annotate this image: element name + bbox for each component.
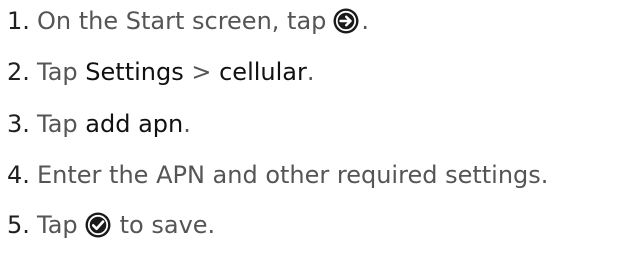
step-number: 2. [7,58,30,86]
step-number: 1. [7,7,30,35]
cellular-label: cellular [219,58,307,86]
step-text-after: to save. [119,211,216,239]
step-text-before: On the Start screen, tap [37,7,327,35]
step-3: 3. Tap add apn . [0,104,191,144]
checkmark-circle-icon [85,212,111,238]
step-text-before: Tap [37,211,78,239]
settings-label: Settings [85,58,184,86]
step-text: Enter the APN and other required setting… [37,161,548,189]
step-text: Tap Settings > cellular . [37,58,315,86]
add-apn-label: add apn [85,110,184,138]
step-2: 2. Tap Settings > cellular . [0,52,315,92]
step-number: 3. [7,110,30,138]
step-text: On the Start screen, tap . [37,7,369,35]
step-text-before: Tap [37,58,78,86]
step-text-before: Enter the APN and other required setting… [37,161,549,189]
step-text: Tap to save. [37,211,215,239]
step-number: 5. [7,211,30,239]
step-5: 5. Tap to save. [0,205,215,245]
path-separator: > [191,58,212,86]
step-text-after: . [183,110,191,138]
step-text-after: . [361,7,370,35]
step-number: 4. [7,161,30,189]
step-1: 1. On the Start screen, tap . [0,1,369,41]
step-text-before: Tap [37,110,78,138]
step-text: Tap add apn . [37,110,191,138]
arrow-right-circle-icon [333,8,359,34]
step-4: 4. Enter the APN and other required sett… [0,155,548,195]
step-text-after: . [306,58,315,86]
